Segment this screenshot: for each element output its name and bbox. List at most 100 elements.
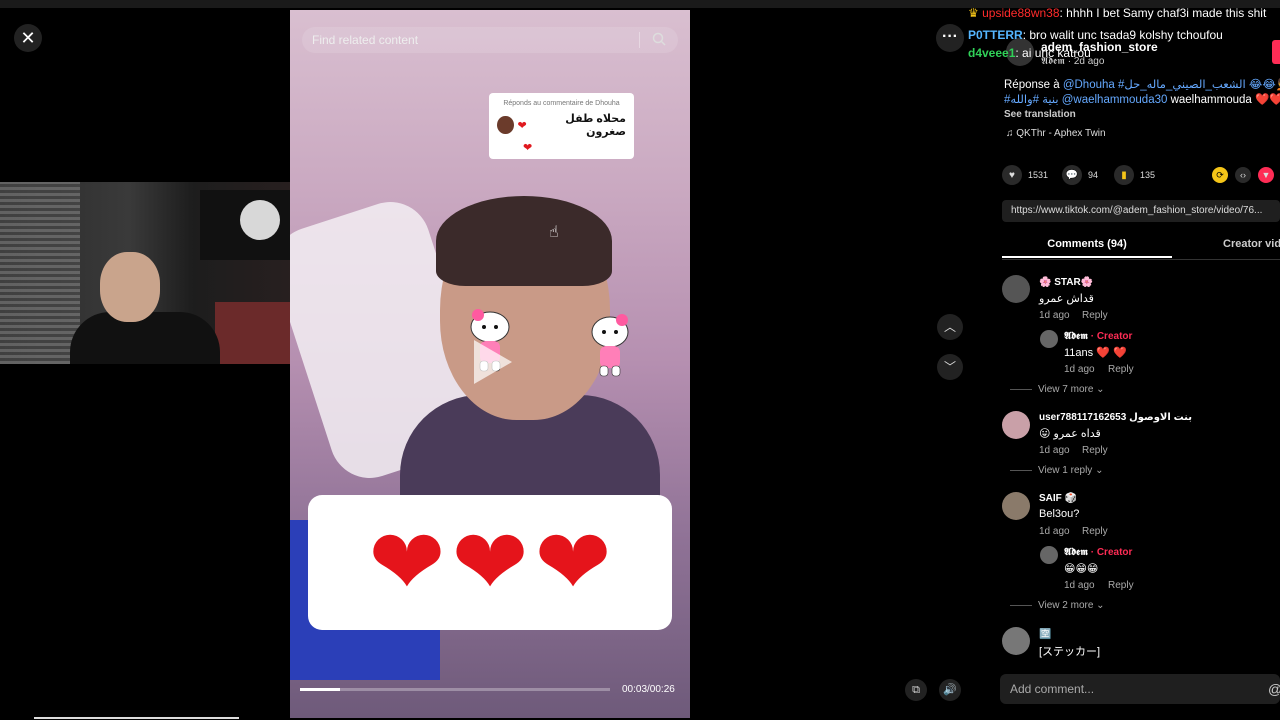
reply-button[interactable]: Reply [1082,526,1108,537]
search-placeholder: Find related content [312,33,419,47]
music-link[interactable]: ♫ QKThr - Aphex Twin [1006,128,1106,139]
view-more-replies[interactable]: View 7 more ⌄ [1038,384,1105,395]
like-button[interactable]: ♥ 1531 [1002,165,1048,185]
avatar [497,116,514,134]
save-button[interactable]: ▮ 135 [1114,165,1155,185]
chat-text: : bro walit unc tsada9 kolshy tchoufou [1022,28,1223,42]
close-icon[interactable]: ✕ [14,24,42,52]
reply-button[interactable]: Reply [1108,364,1134,375]
skull-icon [240,200,280,240]
reply-button[interactable]: Reply [1108,580,1134,591]
chevron-up-icon[interactable]: ︿ [937,314,963,340]
search-separator [639,32,640,48]
see-translation-link[interactable]: See translation [1004,109,1076,120]
avatar[interactable] [1002,492,1030,520]
video-time: 00:03/00:26 [622,684,675,695]
streamer-body [70,312,220,364]
video-url[interactable]: https://www.tiktok.com/@adem_fashion_sto… [1002,200,1280,222]
heart-icon: ❤ [517,119,527,132]
chat-text: : hhhh I bet Samy chaf3i made this shit [1059,6,1267,20]
progress-fill [300,688,341,691]
desc-text: waelhammouda ❤️❤️ [1167,94,1280,106]
reply-button[interactable]: Reply [1082,445,1108,456]
progress-track[interactable] [300,688,610,691]
comment-author[interactable]: 𝕬𝖉𝖊𝖒 · Creator [1064,331,1132,342]
like-count: 1531 [1028,170,1049,180]
avatar[interactable] [1040,330,1058,348]
reply-sticker-title: Réponds au commentaire de Dhouha [503,100,620,107]
comment-text: قداش عمرو [1039,293,1094,305]
volume-icon[interactable]: 🔊 [939,679,961,701]
avatar[interactable] [1002,411,1030,439]
comment-text: 😛 قداه عمرو [1039,428,1101,440]
view-more-replies[interactable]: View 2 more ⌄ [1038,600,1105,611]
comment-author[interactable]: SAIF 🎲 [1039,493,1077,504]
comment-text: Bel3ou? [1039,508,1080,520]
chat-line: ♛ upside88wn38: hhhh I bet Samy chaf3i m… [968,2,1266,24]
hashtag[interactable]: #بنية #والله @waelhammouda30 [1004,94,1167,106]
child-hair [436,196,612,286]
hand-cursor-icon: ☝ [549,224,559,241]
avatar[interactable] [1002,627,1030,655]
hearts-sticker: ❤ ❤ ❤ [308,495,672,630]
comment-date: 1d ago [1039,526,1070,537]
comment-author[interactable]: 🈳 [1039,629,1051,640]
bookmark-icon: ▮ [1114,165,1134,185]
add-comment-input[interactable]: Add comment... [1000,674,1280,704]
heart-icon: ♥ [1002,165,1022,185]
more-options-icon[interactable]: ··· [936,24,964,52]
post-description: Réponse à @Dhouha #الشعب_الصيني_ماله_حل … [1004,78,1280,108]
search-input[interactable]: Find related content [302,27,678,53]
stats-bar: ♥ 1531 💬 94 ▮ 135 ⟳ ‹› ▼ [1002,165,1280,185]
pip-icon[interactable]: ⧉ [905,679,927,701]
webcam-overlay [0,182,322,364]
comment-date: 1d ago [1039,445,1070,456]
avatar[interactable] [1002,275,1030,303]
heart-icon: ❤ [368,511,446,614]
heart-icon: ❤ [523,142,533,154]
comment-author[interactable]: user788117162653 بنت الاوصول [1039,412,1192,423]
heart-icon: ❤ [534,511,612,614]
share-icon[interactable]: ⟳ [1212,167,1228,183]
reply-sticker: Réponds au commentaire de Dhouha ❤ محلاه… [489,93,634,159]
chat-text: : ai unc katrou [1015,46,1091,60]
comment-text: 😁😁😁 [1064,563,1099,575]
desc-prefix: Réponse à [1004,79,1063,91]
kitty-sticker [591,314,629,377]
mention-icon[interactable]: @ [1268,681,1280,697]
comment-author[interactable]: 🌸 STAR🌸 [1039,277,1093,288]
tab-comments[interactable]: Comments (94) [1002,238,1172,258]
reply-sticker-text: محلاه طفل صغرون [565,113,626,138]
comment-icon: 💬 [1062,165,1082,185]
comment-button[interactable]: 💬 94 [1062,165,1098,185]
comment-date: 1d ago [1039,310,1070,321]
comment-date: 1d ago [1064,364,1095,375]
window-blinds [0,182,80,364]
chevron-down-icon[interactable]: ﹀ [937,354,963,380]
heart-icon: ❤ [451,511,529,614]
comment-text: [ステッカー] [1039,646,1101,658]
reply-button[interactable]: Reply [1082,310,1108,321]
divider [34,717,239,719]
streamer-face [100,252,160,322]
avatar[interactable] [1040,546,1058,564]
stream-chat: ♛ upside88wn38: hhhh I bet Samy chaf3i m… [968,2,1266,64]
follow-button[interactable] [1272,40,1280,64]
search-icon[interactable] [652,32,666,46]
crown-icon: ♛ [968,6,979,20]
chat-user: upside88wn38 [982,6,1060,20]
details-panel [980,0,1280,720]
tab-creator-videos[interactable]: Creator videos [1223,238,1280,250]
chat-user: d4veee1 [968,46,1016,60]
comment-date: 1d ago [1064,580,1095,591]
embed-icon[interactable]: ‹› [1235,167,1251,183]
comment-count: 94 [1088,170,1099,180]
chat-user: P0TTERR [968,28,1023,42]
comment-author[interactable]: 𝕬𝖉𝖊𝖒 · Creator [1064,547,1132,558]
save-count: 135 [1140,170,1156,180]
send-icon[interactable]: ▼ [1258,167,1274,183]
play-icon[interactable] [474,340,512,384]
view-more-replies[interactable]: View 1 reply ⌄ [1038,465,1103,476]
panel-tabs: Comments (94) Creator videos [1002,236,1280,260]
hashtag[interactable]: @Dhouha #الشعب_الصيني_ماله_حل 😂😂🤦 #v [1063,79,1280,91]
